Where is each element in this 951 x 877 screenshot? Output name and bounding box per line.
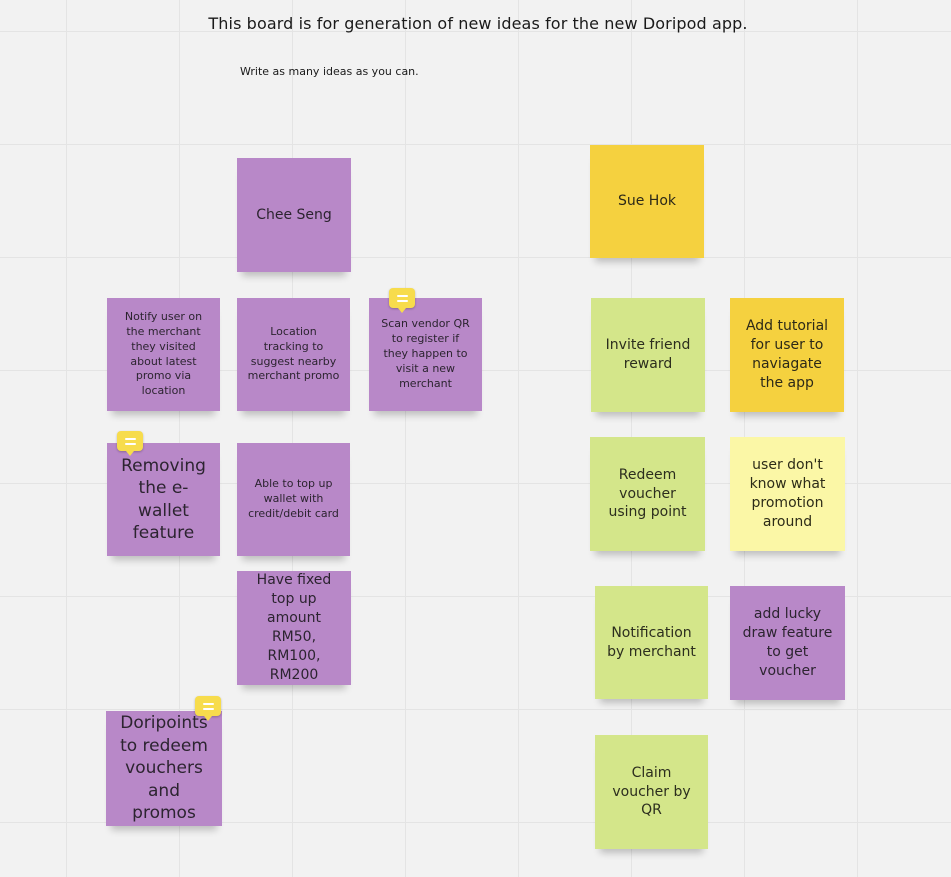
sticky-text: Notify user on the merchant they visited… — [124, 309, 203, 398]
sticky-sue-hok[interactable]: Sue Hok — [590, 145, 704, 258]
sticky-text: Add tutorial for user to naviagate the a… — [745, 318, 829, 391]
sticky-text: Have fixed top up amount RM50, RM100, RM… — [256, 572, 332, 683]
sticky-location-tracking[interactable]: Location tracking to suggest nearby merc… — [237, 298, 350, 411]
sticky-doripoints[interactable]: Doripoints to redeem vouchers and promos — [106, 711, 222, 826]
sticky-redeem-voucher[interactable]: Redeem voucher using point — [590, 437, 705, 551]
sticky-lucky-draw[interactable]: add lucky draw feature to get voucher — [730, 586, 845, 700]
comment-icon[interactable] — [389, 288, 415, 313]
sticky-invite-friend[interactable]: Invite friend reward — [591, 298, 705, 412]
sticky-claim-voucher[interactable]: Claim voucher by QR — [595, 735, 708, 849]
board-title: This board is for generation of new idea… — [208, 14, 748, 33]
sticky-text: Invite friend reward — [605, 337, 691, 372]
sticky-text: Removing the e-wallet feature — [121, 455, 206, 543]
board-subtitle: Write as many ideas as you can. — [240, 65, 419, 78]
comment-icon[interactable] — [195, 696, 221, 721]
comment-icon[interactable] — [117, 431, 143, 456]
sticky-user-dont-know[interactable]: user don't know what promotion around — [730, 437, 845, 551]
sticky-text: Chee Seng — [256, 206, 332, 223]
sticky-text: Location tracking to suggest nearby merc… — [247, 324, 340, 383]
sticky-text: user don't know what promotion around — [749, 457, 826, 530]
sticky-chee-seng[interactable]: Chee Seng — [237, 158, 351, 272]
sticky-add-tutorial[interactable]: Add tutorial for user to naviagate the a… — [730, 298, 844, 412]
sticky-notify-user[interactable]: Notify user on the merchant they visited… — [107, 298, 220, 411]
sticky-fixed-top-up[interactable]: Have fixed top up amount RM50, RM100, RM… — [237, 571, 351, 685]
sticky-text: Scan vendor QR to register if they happe… — [381, 317, 470, 390]
sticky-scan-vendor-qr[interactable]: Scan vendor QR to register if they happe… — [369, 298, 482, 411]
sticky-notification-merchant[interactable]: Notification by merchant — [595, 586, 708, 699]
sticky-text: Notification by merchant — [607, 624, 696, 660]
sticky-text: Redeem voucher using point — [608, 466, 687, 521]
sticky-text: add lucky draw feature to get voucher — [742, 606, 833, 679]
sticky-text: Sue Hok — [617, 193, 677, 210]
sticky-text: Doripoints to redeem vouchers and promos — [120, 713, 208, 824]
sticky-text: Able to top up wallet with credit/debit … — [248, 477, 339, 520]
sticky-top-up-card[interactable]: Able to top up wallet with credit/debit … — [237, 443, 350, 556]
sticky-removing-ewallet[interactable]: Removing the e-wallet feature — [107, 443, 220, 556]
sticky-text: Claim voucher by QR — [612, 764, 691, 819]
